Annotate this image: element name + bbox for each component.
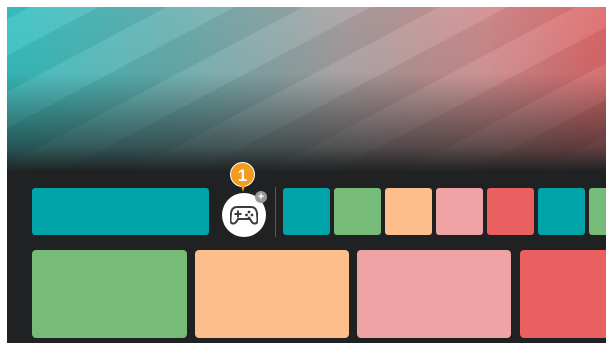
row-divider xyxy=(275,187,276,237)
content-tile[interactable] xyxy=(357,250,511,338)
content-tile[interactable] xyxy=(32,250,187,338)
content-tile[interactable] xyxy=(195,250,349,338)
tv-home-screen: + 1 xyxy=(7,7,606,343)
app-tile[interactable] xyxy=(436,188,483,235)
plus-icon: + xyxy=(255,191,267,203)
hero-banner xyxy=(7,7,606,172)
callout-pointer xyxy=(241,186,245,192)
app-tile[interactable] xyxy=(589,188,606,235)
content-tile[interactable] xyxy=(520,250,606,338)
app-tile[interactable] xyxy=(487,188,534,235)
featured-app-tile[interactable] xyxy=(32,188,209,235)
hero-fade xyxy=(7,7,606,172)
app-tile[interactable] xyxy=(385,188,432,235)
app-tile[interactable] xyxy=(334,188,381,235)
app-tile[interactable] xyxy=(538,188,585,235)
gamepad-icon xyxy=(230,206,258,225)
app-tile[interactable] xyxy=(283,188,330,235)
callout-number-badge: 1 xyxy=(230,162,255,187)
